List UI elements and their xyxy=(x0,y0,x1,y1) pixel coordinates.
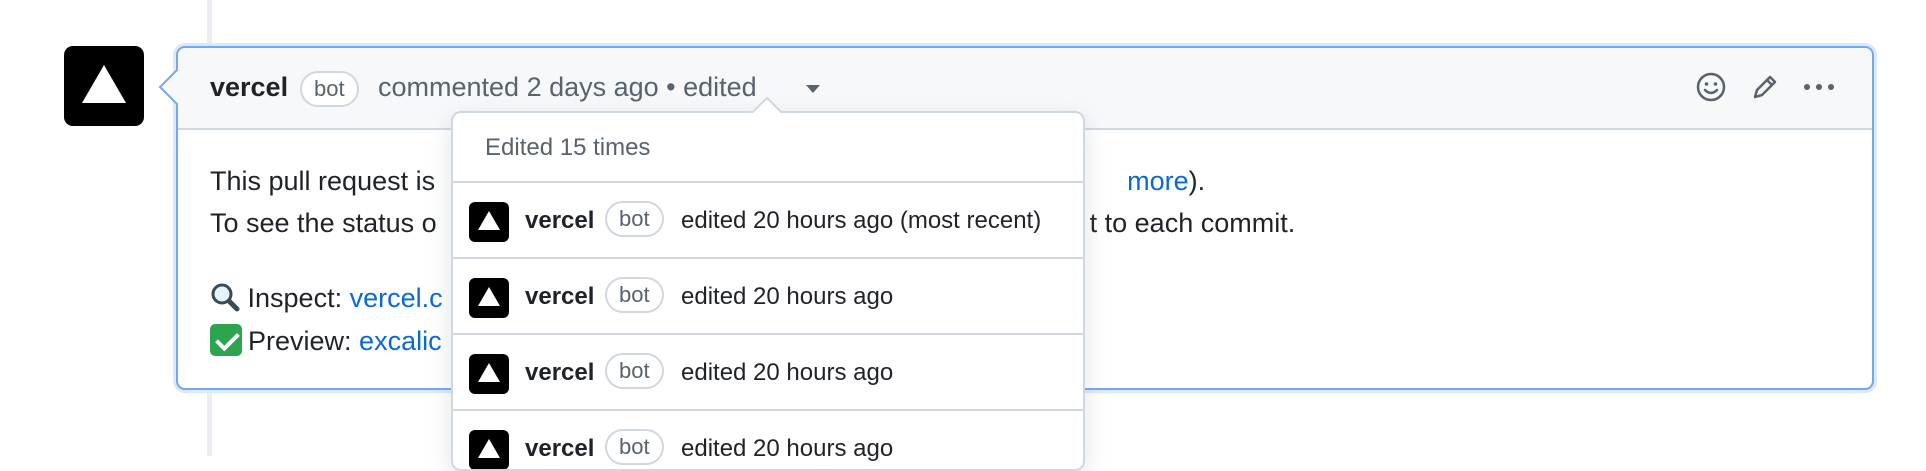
edit-history-item[interactable]: vercel bot edited 20 hours ago xyxy=(453,335,1083,411)
avatar xyxy=(469,354,509,394)
inspect-link[interactable]: vercel.c xyxy=(350,283,443,313)
author-avatar[interactable] xyxy=(64,46,144,126)
bot-badge: bot xyxy=(605,353,664,389)
bot-badge: bot xyxy=(300,71,359,107)
vercel-triangle-icon xyxy=(478,363,500,382)
magnifier-icon xyxy=(210,282,240,314)
bot-badge: bot xyxy=(605,277,664,313)
kebab-horizontal-icon[interactable] xyxy=(1802,70,1836,104)
bot-badge: bot xyxy=(605,201,664,237)
avatar xyxy=(469,430,509,469)
vercel-triangle-icon xyxy=(478,211,500,230)
preview-link[interactable]: excalic xyxy=(359,326,442,356)
comment-author[interactable]: vercel xyxy=(210,72,288,103)
edit-history-title: Edited 15 times xyxy=(485,134,651,161)
learn-more-link[interactable]: more xyxy=(1127,166,1189,196)
chevron-down-icon[interactable] xyxy=(806,85,820,93)
vercel-triangle-icon xyxy=(478,439,500,458)
edit-history-item[interactable]: vercel bot edited 20 hours ago (most rec… xyxy=(453,183,1083,259)
preview-line: Preview: excalic xyxy=(210,324,442,357)
check-mark-icon xyxy=(210,324,242,356)
edit-history-item[interactable]: vercel bot edited 20 hours ago xyxy=(453,259,1083,335)
avatar xyxy=(469,278,509,318)
comment-meta[interactable]: commented 2 days ago • edited xyxy=(378,72,757,103)
smiley-icon[interactable] xyxy=(1694,70,1728,104)
edit-history-item[interactable]: vercel bot edited 20 hours ago xyxy=(453,411,1083,469)
edit-history-dropdown: Edited 15 times vercel bot edited 20 hou… xyxy=(451,111,1085,471)
vercel-triangle-icon xyxy=(82,65,126,103)
avatar xyxy=(469,202,509,242)
comment-actions xyxy=(1694,70,1836,104)
vercel-triangle-icon xyxy=(478,287,500,306)
bot-badge: bot xyxy=(605,429,664,465)
pencil-icon[interactable] xyxy=(1748,70,1782,104)
inspect-line: Inspect: vercel.c xyxy=(210,282,443,314)
